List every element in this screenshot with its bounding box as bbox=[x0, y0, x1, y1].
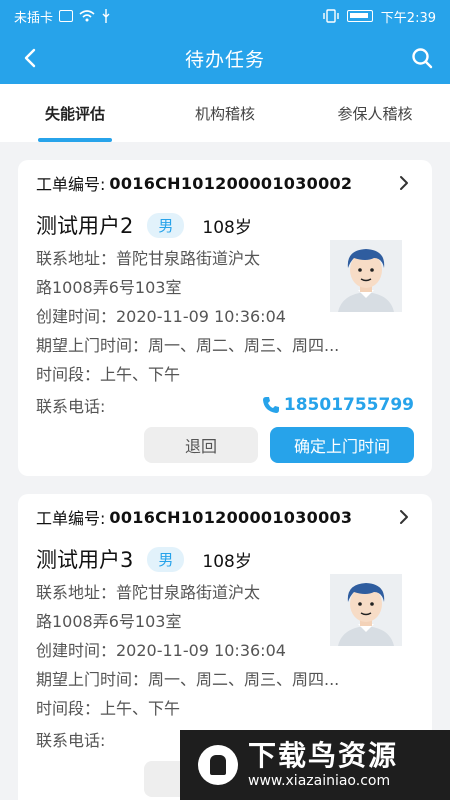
watermark-title: 下载鸟资源 bbox=[248, 739, 399, 772]
order-number-row[interactable]: 工单编号: 0016CH101200001030002 bbox=[36, 160, 414, 206]
user-row: 测试用户3 男 108岁 bbox=[36, 540, 414, 578]
time-slot: 时间段：上午、下午 bbox=[36, 699, 181, 718]
watermark-url: www.xiazainiao.com bbox=[248, 773, 391, 789]
search-button[interactable] bbox=[408, 44, 436, 72]
order-number-row[interactable]: 工单编号: 0016CH101200001030003 bbox=[36, 494, 414, 540]
tab-disability-assessment[interactable]: 失能评估 bbox=[0, 84, 150, 142]
user-avatar-icon bbox=[338, 583, 394, 646]
chevron-right-icon[interactable] bbox=[394, 173, 414, 193]
wifi-icon bbox=[79, 10, 95, 22]
tab-active-indicator bbox=[38, 138, 112, 142]
sim-icon bbox=[59, 10, 74, 22]
address-line-2: 路1008弄6号103室 bbox=[36, 612, 182, 631]
expected-visit-time: 期望上门时间：周一、周二、周三、周四... bbox=[36, 670, 340, 689]
chevron-left-icon bbox=[24, 48, 36, 68]
tab-label: 参保人稽核 bbox=[337, 104, 413, 123]
tab-label: 失能评估 bbox=[44, 104, 105, 123]
gender-badge: 男 bbox=[147, 212, 185, 238]
user-name: 测试用户3 bbox=[36, 548, 134, 572]
search-icon bbox=[412, 48, 433, 69]
user-name: 测试用户2 bbox=[36, 214, 134, 238]
return-button[interactable]: 退回 bbox=[144, 427, 258, 463]
address-line-2: 路1008弄6号103室 bbox=[36, 278, 182, 297]
page-title: 待办任务 bbox=[184, 48, 265, 71]
phone-number: 18501755799 bbox=[283, 395, 414, 415]
address-line-1: 联系地址：普陀甘泉路街道沪太 bbox=[36, 249, 261, 268]
carrier-text: 未插卡 bbox=[14, 10, 54, 26]
user-age: 108岁 bbox=[202, 551, 252, 572]
action-buttons: 退回 确定上门时间 bbox=[36, 427, 414, 463]
confirm-visit-time-button[interactable]: 确定上门时间 bbox=[270, 427, 414, 463]
order-number-label: 工单编号: bbox=[36, 509, 106, 528]
status-bar: 未插卡 下午2:39 bbox=[0, 0, 450, 32]
watermark-logo-icon bbox=[198, 745, 238, 785]
chevron-right-icon[interactable] bbox=[394, 507, 414, 527]
usb-icon bbox=[102, 9, 110, 23]
tab-bar: 失能评估 机构稽核 参保人稽核 bbox=[0, 84, 450, 142]
header: 待办任务 bbox=[0, 32, 450, 84]
watermark: 下载鸟资源 www.xiazainiao.com bbox=[180, 730, 450, 800]
vibrate-icon bbox=[323, 9, 339, 23]
back-button[interactable] bbox=[16, 44, 44, 72]
tab-label: 机构稽核 bbox=[194, 104, 255, 123]
user-row: 测试用户2 男 108岁 bbox=[36, 206, 414, 244]
status-time: 下午2:39 bbox=[380, 10, 436, 26]
user-age: 108岁 bbox=[202, 217, 252, 238]
task-card[interactable]: 工单编号: 0016CH101200001030002 测试用户2 男 108岁… bbox=[18, 160, 432, 476]
phone-icon bbox=[262, 397, 279, 413]
avatar bbox=[330, 240, 402, 312]
phone-label: 联系电话: bbox=[36, 731, 106, 750]
address-line-1: 联系地址：普陀甘泉路街道沪太 bbox=[36, 583, 261, 602]
tab-institution-audit[interactable]: 机构稽核 bbox=[150, 84, 300, 142]
user-avatar-icon bbox=[338, 249, 394, 312]
order-number: 0016CH101200001030003 bbox=[109, 507, 353, 527]
avatar bbox=[330, 574, 402, 646]
order-number: 0016CH101200001030002 bbox=[109, 173, 353, 193]
gender-badge: 男 bbox=[147, 546, 185, 572]
time-slot: 时间段：上午、下午 bbox=[36, 365, 181, 384]
order-number-label: 工单编号: bbox=[36, 175, 106, 194]
phone-label: 联系电话: bbox=[36, 397, 106, 416]
expected-visit-time: 期望上门时间：周一、周二、周三、周四... bbox=[36, 336, 340, 355]
tab-insured-audit[interactable]: 参保人稽核 bbox=[300, 84, 450, 142]
phone-link[interactable]: 18501755799 bbox=[262, 395, 414, 415]
phone-row: 联系电话: 18501755799 bbox=[36, 389, 414, 421]
battery-icon bbox=[346, 10, 373, 22]
